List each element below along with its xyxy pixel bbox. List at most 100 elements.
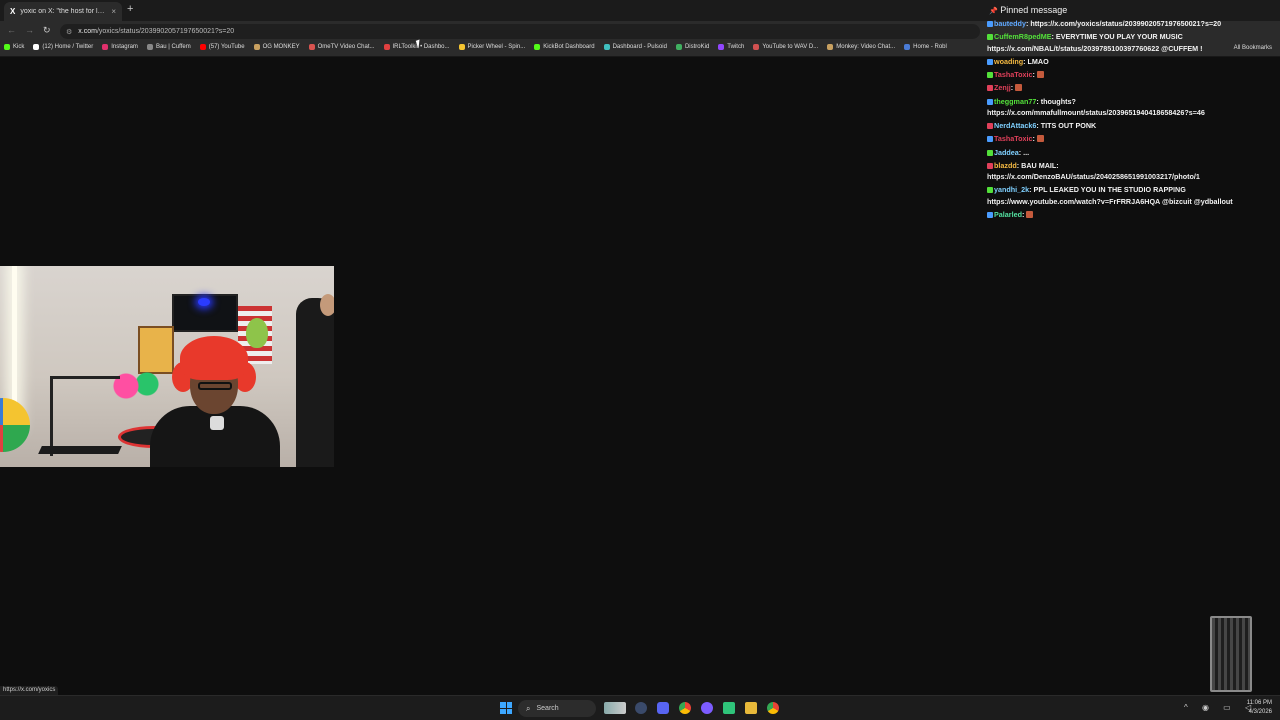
bookmark-item[interactable]: (57) YouTube: [199, 44, 245, 50]
clock-time: 11:06 PM: [1246, 700, 1272, 706]
bookmark-label: OmeTV Video Chat...: [317, 44, 375, 50]
chat-badge-icon: [987, 85, 993, 91]
stream-watermark: [1210, 616, 1252, 692]
bookmark-favicon-icon: [458, 44, 465, 50]
back-icon[interactable]: ←: [7, 25, 16, 35]
bookmark-item[interactable]: Kick: [4, 44, 24, 50]
tab-strip: X yoxic on X: "the host for lynx × +: [0, 0, 1280, 21]
chat-message: https://x.com/NBAL/t/status/203978510039…: [987, 44, 1203, 53]
bookmark-item[interactable]: Bau | Cuffem: [146, 44, 191, 50]
chat-text: :: [1021, 210, 1025, 219]
bookmark-item[interactable]: KickBot Dashboard: [534, 44, 595, 50]
clock[interactable]: 11:06 PM 4/3/2026: [1247, 699, 1272, 717]
chat-username[interactable]: woading: [994, 57, 1023, 66]
bookmark-item[interactable]: (12) Home / Twitter: [33, 44, 93, 50]
bookmark-label: Home - Robl: [913, 44, 947, 50]
address-bar[interactable]: ⚙ x.com /yoxics/status/20399020571976500…: [60, 24, 980, 39]
chain-pendant: [210, 416, 224, 430]
bookmark-label: Monkey: Video Chat...: [836, 44, 896, 50]
url-path: /yoxics/status/2039902057197650021?s=20: [96, 28, 235, 35]
steam-icon[interactable]: [635, 702, 647, 714]
discord-icon[interactable]: [657, 702, 669, 714]
chat-username[interactable]: TashaToxic: [994, 134, 1032, 143]
chat-username[interactable]: bauteddy: [994, 19, 1026, 28]
browser-tab[interactable]: X yoxic on X: "the host for lynx ×: [4, 2, 122, 21]
chat-badge-icon: [987, 59, 993, 65]
glasses: [198, 382, 232, 390]
bookmark-item[interactable]: Twitch: [718, 44, 744, 50]
bookmark-item[interactable]: Picker Wheel - Spin...: [458, 44, 526, 50]
tab-title: yoxic on X: "the host for lynx: [20, 8, 108, 15]
bookmark-item[interactable]: Monkey: Video Chat...: [827, 44, 895, 50]
chrome-active-icon[interactable]: [767, 702, 779, 714]
chat-text: : thoughts?: [1036, 97, 1076, 106]
chat-text: : BAU MAIL:: [1016, 161, 1059, 170]
chat-username[interactable]: yandhi_2k: [994, 185, 1029, 194]
bookmark-item[interactable]: DistroKid: [675, 44, 710, 50]
chat-badge-icon: [987, 21, 993, 27]
chat-username[interactable]: CuffemR8pedME: [994, 32, 1052, 41]
chat-message: CuffemR8pedME: EVERYTIME YOU PLAY YOUR M…: [987, 32, 1183, 41]
app-icon[interactable]: [701, 702, 713, 714]
pinned-message-header: 📌 Pinned message: [989, 5, 1067, 15]
chat-text: :: [1032, 70, 1035, 79]
app2-icon[interactable]: [723, 702, 735, 714]
bookmark-item[interactable]: OG MONKEY: [253, 44, 300, 50]
new-tab-button[interactable]: +: [127, 3, 133, 15]
site-info-icon[interactable]: ⚙: [66, 28, 72, 36]
chat-text: : TITS OUT PONK: [1036, 121, 1097, 130]
chat-emote-icon: [1036, 71, 1044, 78]
bookmark-favicon-icon: [308, 44, 315, 50]
taskbar-search[interactable]: ⌕ Search: [518, 700, 596, 717]
chat-username[interactable]: blazdd: [994, 161, 1017, 170]
chat-message: TashaToxic:: [987, 70, 1044, 79]
bookmark-item[interactable]: OmeTV Video Chat...: [308, 44, 375, 50]
file-explorer-icon[interactable]: [745, 702, 757, 714]
chrome-icon[interactable]: [679, 702, 691, 714]
taskbar: ⌕ Search ^ ◉ ▭ ◁ 11:06 PM 4/3/2026: [0, 695, 1280, 720]
clock-date: 4/3/2026: [1248, 709, 1272, 715]
bookmark-label: Picker Wheel - Spin...: [467, 44, 526, 50]
chat-text: : EVERYTIME YOU PLAY YOUR MUSIC: [1051, 32, 1183, 41]
chat-username[interactable]: NerdAttack6: [994, 121, 1036, 130]
chat-message: bauteddy: https://x.com/yoxics/status/20…: [987, 19, 1221, 28]
chat-text: : ...: [1018, 148, 1030, 157]
chat-text: https://x.com/mmafullmount/status/203965…: [987, 108, 1205, 117]
windows-start-icon[interactable]: [500, 702, 512, 714]
bookmark-label: YouTube to WAV D...: [762, 44, 819, 50]
reload-icon[interactable]: ↻: [43, 25, 51, 36]
tab-close-icon[interactable]: ×: [111, 7, 116, 16]
chat-username[interactable]: theggman77: [994, 97, 1036, 106]
chat-username[interactable]: Jaddea: [994, 148, 1019, 157]
forward-icon[interactable]: →: [25, 25, 34, 35]
bookmark-item[interactable]: Dashboard - Pulsoid: [603, 44, 667, 50]
bookmark-item[interactable]: YouTube to WAV D...: [753, 44, 818, 50]
bookmark-item[interactable]: Home - Robl: [904, 44, 947, 50]
bookmark-favicon-icon: [102, 44, 109, 50]
bookmark-favicon-icon: [4, 44, 10, 50]
bookmark-favicon-icon: [146, 44, 153, 50]
chat-badge-icon: [987, 212, 993, 218]
chat-emote-icon: [1026, 211, 1034, 218]
bookmark-label: Instagram: [111, 44, 138, 50]
chat-username[interactable]: Zenjj: [994, 83, 1011, 92]
widgets-icon[interactable]: [604, 702, 626, 714]
chat-username[interactable]: Palarled: [994, 210, 1022, 219]
chat-message: https://www.youtube.com/watch?v=FrFRRJA6…: [987, 197, 1233, 206]
chat-message: https://x.com/DenzoBAU/status/2040258651…: [987, 172, 1200, 181]
chat-text: : https://x.com/yoxics/status/2039902057…: [1025, 19, 1222, 28]
bookmark-favicon-icon: [904, 44, 911, 50]
chat-message: NerdAttack6: TITS OUT PONK: [987, 121, 1096, 130]
chat-badge-icon: [987, 34, 993, 40]
chat-text: https://www.youtube.com/watch?v=FrFRRJA6…: [987, 197, 1233, 206]
chat-message: https://x.com/mmafullmount/status/203965…: [987, 108, 1205, 117]
chat-badge-icon: [987, 136, 993, 142]
bookmark-favicon-icon: [718, 44, 725, 50]
bookmark-label: DistroKid: [684, 44, 710, 50]
chat-emote-icon: [1015, 84, 1023, 91]
chat-text: :: [1032, 134, 1035, 143]
all-bookmarks-button[interactable]: All Bookmarks: [1234, 45, 1272, 51]
chat-username[interactable]: TashaToxic: [994, 70, 1032, 79]
bookmark-item[interactable]: Instagram: [102, 44, 138, 50]
search-icon: ⌕: [526, 703, 531, 713]
